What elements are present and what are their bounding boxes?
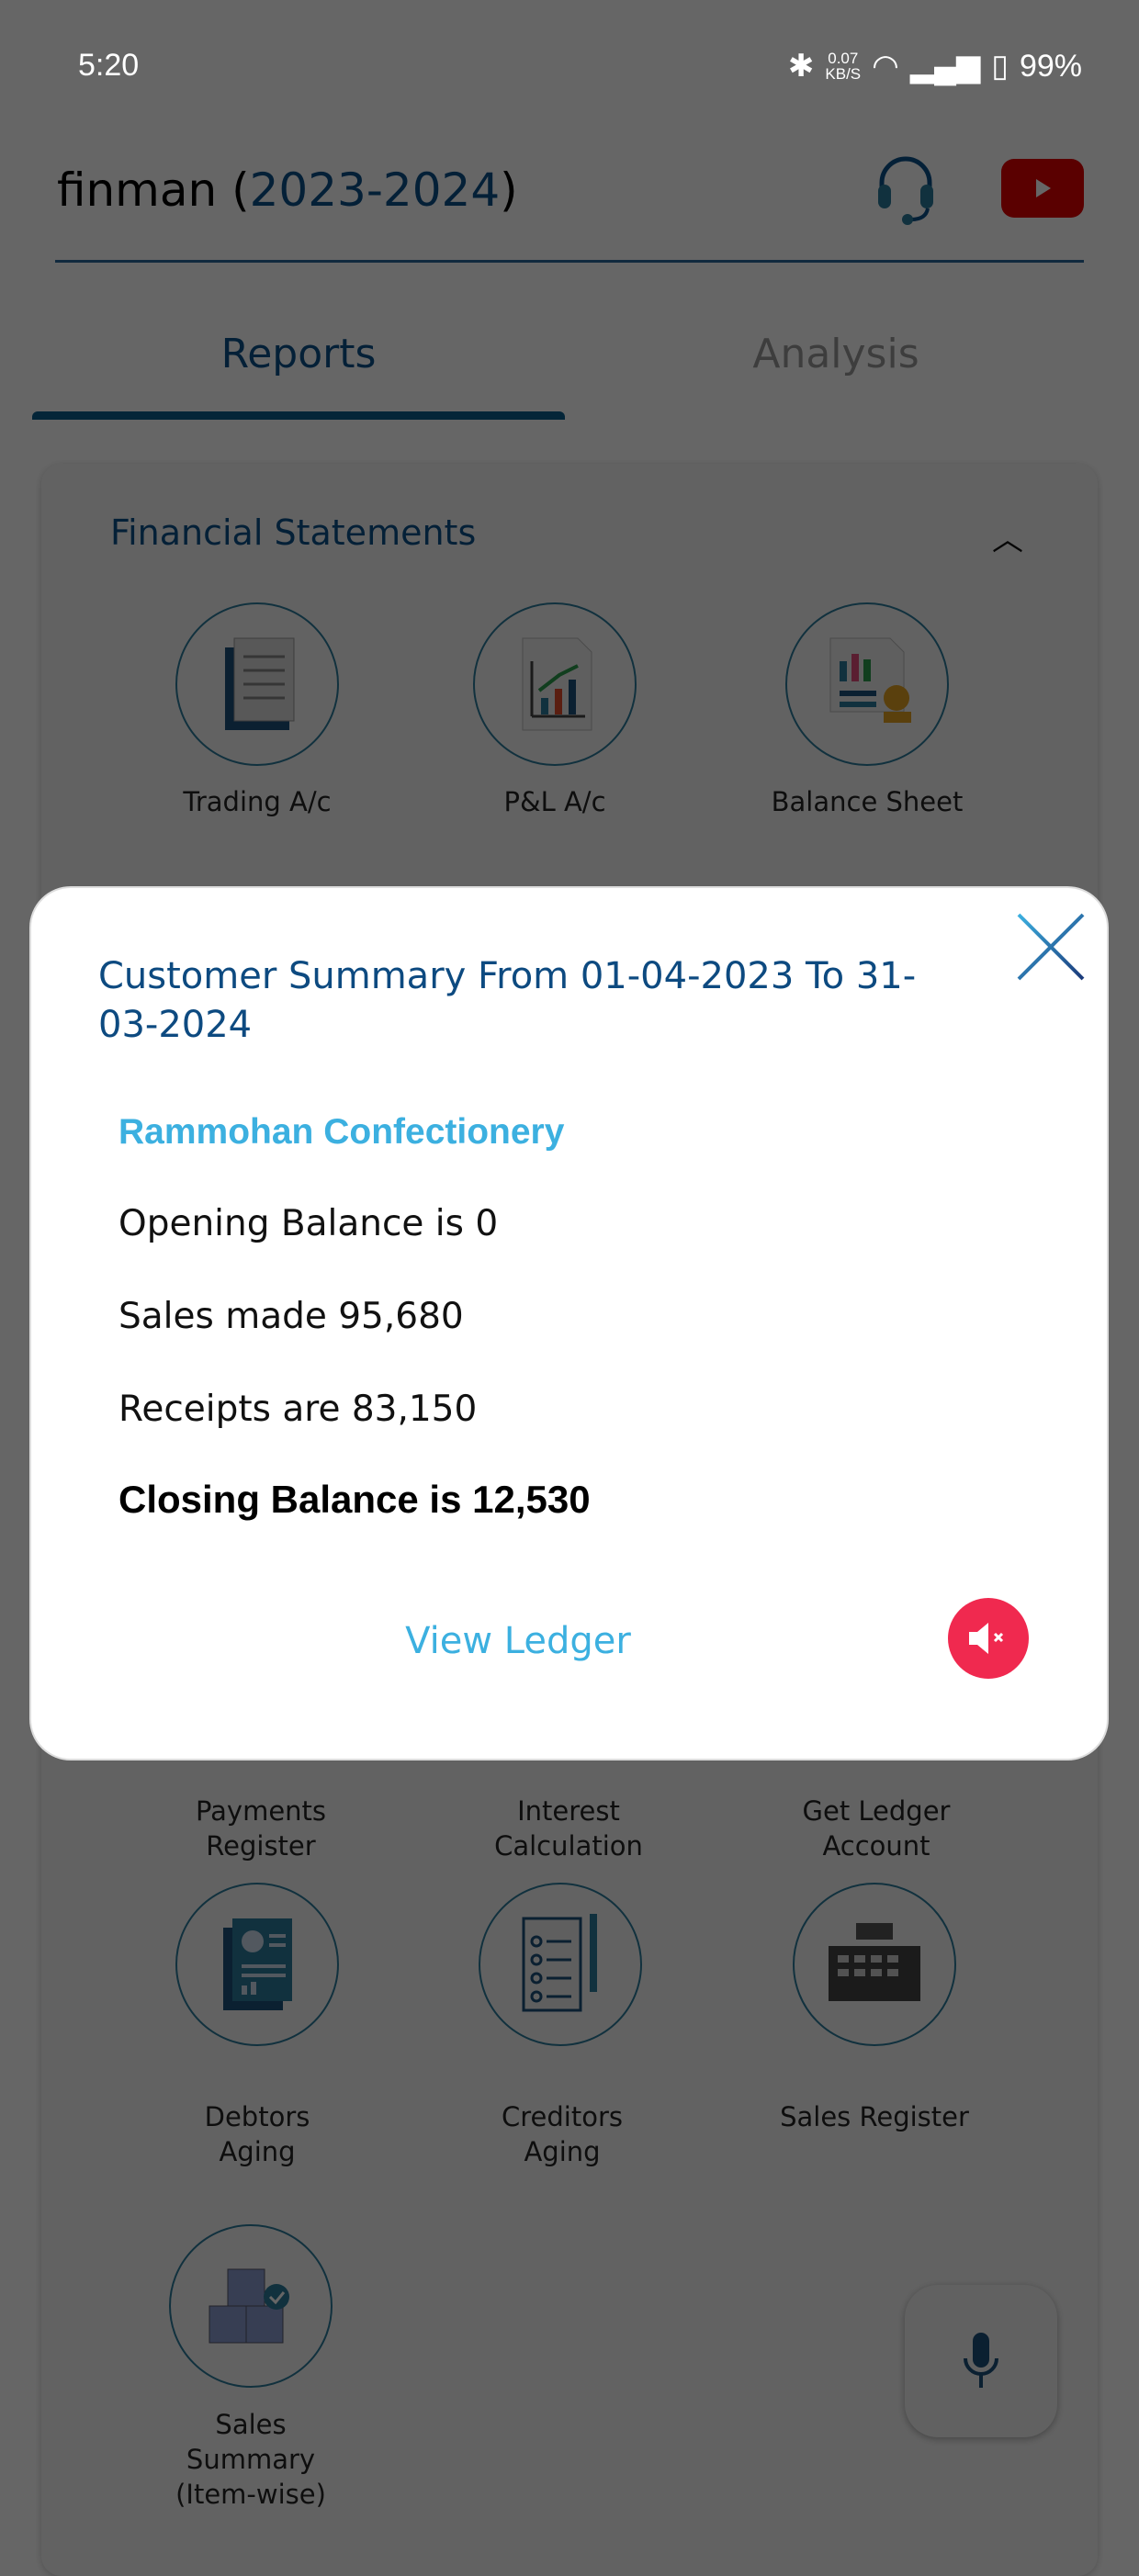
header-divider xyxy=(55,260,1084,263)
paren: ) xyxy=(500,163,518,217)
customer-name: Rammohan Confectionery xyxy=(118,1112,565,1152)
creditors-aging-icon[interactable] xyxy=(479,1883,642,2046)
speaker-muted-icon xyxy=(969,1623,1004,1654)
receipts: Receipts are 83,150 xyxy=(118,1389,478,1430)
battery-icon: ▯ xyxy=(991,49,1009,84)
voice-assistant-button[interactable] xyxy=(905,2285,1057,2437)
report-label-interest-calculation[interactable]: Interest Calculation xyxy=(431,1794,706,1863)
net-speed: 0.07 KB/S xyxy=(825,51,861,82)
app-name: finman ( xyxy=(57,163,250,217)
financial-year[interactable]: 2023-2024 xyxy=(250,163,501,217)
report-label-debtors-aging[interactable]: Debtors Aging xyxy=(119,2099,395,2169)
debtors-aging-icon[interactable] xyxy=(175,1883,339,2046)
tab-analysis[interactable]: Analysis xyxy=(570,331,1102,377)
report-label-trading[interactable]: Trading A/c xyxy=(119,784,395,819)
opening-balance: Opening Balance is 0 xyxy=(118,1203,499,1244)
balance-sheet-icon[interactable] xyxy=(785,602,949,766)
signal-icon: ▂▄▆ xyxy=(909,49,981,84)
closing-balance: Closing Balance is 12,530 xyxy=(118,1478,591,1521)
report-label-pl[interactable]: P&L A/c xyxy=(417,784,693,819)
wifi-icon: ◠ xyxy=(872,49,899,84)
customer-summary-dialog: Customer Summary From 01-04-2023 To 31-0… xyxy=(29,886,1109,1760)
net-speed-unit: KB/S xyxy=(825,65,862,83)
pl-icon[interactable] xyxy=(473,602,637,766)
report-label-creditors-aging[interactable]: Creditors Aging xyxy=(424,2099,700,2169)
trading-icon[interactable] xyxy=(175,602,339,766)
sales-register-icon[interactable] xyxy=(793,1883,956,2046)
microphone-icon xyxy=(964,2333,998,2388)
report-label-payments-register[interactable]: Payments Register xyxy=(123,1794,399,1863)
section-title: Financial Statements xyxy=(110,512,477,553)
bluetooth-icon: ✱ xyxy=(787,49,815,84)
close-icon[interactable] xyxy=(1016,912,1086,982)
mute-button[interactable] xyxy=(948,1598,1029,1679)
sales-summary-icon[interactable] xyxy=(169,2224,333,2388)
sales-made: Sales made 95,680 xyxy=(118,1296,464,1337)
view-ledger-button[interactable]: View Ledger xyxy=(344,1620,693,1662)
report-label-sales-register[interactable]: Sales Register xyxy=(737,2099,1012,2134)
battery-level: 99% xyxy=(1019,48,1082,84)
chevron-up-icon[interactable]: ︿ xyxy=(992,514,1023,559)
status-time: 5:20 xyxy=(78,48,140,83)
tab-reports[interactable]: Reports xyxy=(32,331,565,377)
report-label-balance-sheet[interactable]: Balance Sheet xyxy=(729,784,1005,819)
report-label-get-ledger[interactable]: Get Ledger Account xyxy=(739,1794,1014,1863)
youtube-icon[interactable] xyxy=(1001,159,1084,218)
report-label-sales-summary[interactable]: Sales Summary (Item-wise) xyxy=(113,2407,389,2512)
status-icons: ✱ 0.07 KB/S ◠ ▂▄▆ ▯ 99% xyxy=(788,48,1082,84)
dialog-title: Customer Summary From 01-04-2023 To 31-0… xyxy=(98,955,917,1046)
app-title: finman (2023-2024) xyxy=(57,163,518,217)
active-tab-indicator xyxy=(32,411,565,420)
headset-icon[interactable] xyxy=(873,152,939,229)
